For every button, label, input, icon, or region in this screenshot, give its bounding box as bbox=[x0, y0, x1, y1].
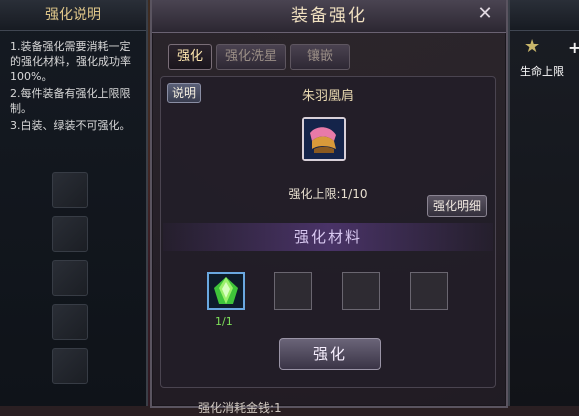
material-gem-icon[interactable] bbox=[207, 272, 245, 310]
help-note-2: 2.每件装备有强化上限限制。 bbox=[10, 87, 131, 115]
tab-inlay[interactable]: 镶嵌 bbox=[290, 44, 351, 70]
tab-bar: 强化 强化洗星 镶嵌 bbox=[168, 44, 351, 70]
window-title-bar: 装备强化 ✕ bbox=[152, 0, 506, 33]
inventory-slot[interactable] bbox=[52, 216, 88, 252]
stats-panel: ★ + 生命上限 bbox=[508, 0, 579, 406]
inventory-slot[interactable] bbox=[52, 172, 88, 208]
enhance-cost: 强化消耗金钱:1 bbox=[198, 401, 282, 415]
materials-title: 强化材料 bbox=[163, 223, 493, 251]
window-title: 装备强化 bbox=[291, 6, 367, 26]
equipment-enhance-window: 装备强化 ✕ 强化 强化洗星 镶嵌 说明 朱羽凰肩 强化上限:1/10 强化明细… bbox=[150, 0, 508, 415]
life-limit-label: 生命上限 bbox=[520, 65, 564, 78]
tab-enhance[interactable]: 强化 bbox=[168, 44, 213, 70]
enhance-content: 说明 朱羽凰肩 强化上限:1/10 强化明细 强化材料 1/1 强化 bbox=[160, 76, 496, 388]
help-note-1: 1.装备强化需要消耗一定的强化材料，强化成功率100%。 bbox=[10, 40, 131, 83]
enhance-details-button[interactable]: 强化明细 bbox=[426, 195, 487, 217]
enhance-button[interactable]: 强化 bbox=[279, 338, 381, 370]
help-note-3: 3.白装、绿装不可强化。 bbox=[10, 119, 131, 132]
tab-enhance-reroll[interactable]: 强化洗星 bbox=[216, 44, 287, 70]
help-panel: 强化说明 1.装备强化需要消耗一定的强化材料，强化成功率100%。 2.每件装备… bbox=[0, 0, 148, 406]
material-count: 1/1 bbox=[215, 315, 233, 328]
item-name: 朱羽凰肩 bbox=[301, 89, 354, 104]
inventory-slot-column bbox=[52, 172, 92, 392]
material-slot-empty[interactable] bbox=[274, 272, 312, 310]
inventory-slot[interactable] bbox=[52, 260, 88, 296]
inventory-slot[interactable] bbox=[52, 304, 88, 340]
star-icon: ★ bbox=[524, 36, 541, 57]
material-slot-empty[interactable] bbox=[410, 272, 448, 310]
shoulder-armor-icon[interactable] bbox=[302, 117, 346, 161]
help-panel-title: 强化说明 bbox=[0, 0, 146, 31]
material-slot-empty[interactable] bbox=[342, 272, 380, 310]
help-notes: 1.装备强化需要消耗一定的强化材料，强化成功率100%。 2.每件装备有强化上限… bbox=[0, 31, 146, 133]
close-icon[interactable]: ✕ bbox=[476, 4, 496, 24]
plus-icon[interactable]: + bbox=[568, 38, 579, 57]
stats-panel-header bbox=[510, 0, 579, 31]
inventory-slot[interactable] bbox=[52, 348, 88, 384]
